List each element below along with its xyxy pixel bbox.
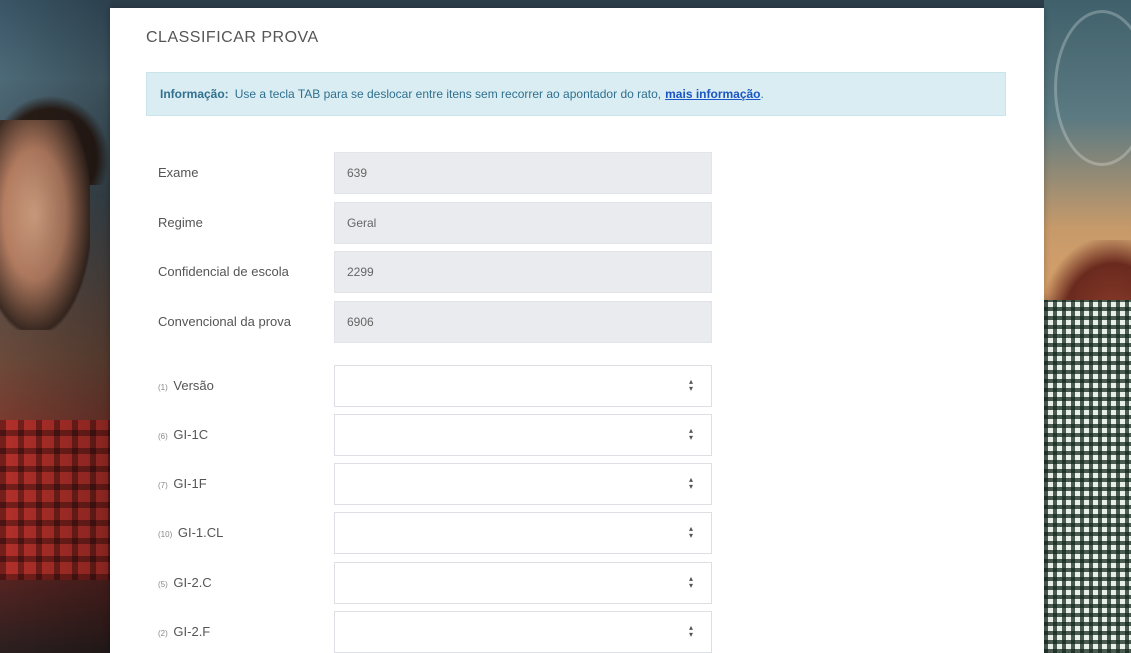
up-down-arrows-icon: ▴ ▾ bbox=[688, 426, 693, 442]
gi-2c-select[interactable]: ▴ ▾ bbox=[334, 562, 712, 604]
info-message: Use a tecla TAB para se deslocar entre i… bbox=[234, 87, 662, 101]
exame-label: Exame bbox=[158, 165, 199, 180]
gi-2f-row: (2) GI-2.F ▴ ▾ bbox=[146, 611, 716, 653]
gi-2c-label: (5) GI-2.C bbox=[158, 562, 212, 604]
gi-2c-text: GI-2.C bbox=[173, 575, 212, 590]
background-photo-right bbox=[1044, 0, 1131, 653]
main-panel: CLASSIFICAR PROVA Informação: Use a tecl… bbox=[110, 8, 1044, 653]
gi-1f-index: (7) bbox=[158, 481, 168, 490]
versao-select[interactable]: ▴ ▾ bbox=[334, 365, 712, 407]
more-info-link[interactable]: mais informação bbox=[665, 87, 760, 101]
gi-1c-select[interactable]: ▴ ▾ bbox=[334, 414, 712, 456]
gi-1cl-text: GI-1.CL bbox=[177, 525, 224, 540]
gi-1f-label: (7) GI-1F bbox=[158, 463, 207, 505]
confidencial-label: Confidencial de escola bbox=[158, 264, 289, 279]
background-photo-left bbox=[0, 0, 110, 653]
gi-1f-row: (7) GI-1F ▴ ▾ bbox=[146, 463, 716, 505]
exame-row: Exame 639 bbox=[146, 152, 716, 194]
convencional-label: Convencional da prova bbox=[158, 314, 291, 329]
versao-text: Versão bbox=[173, 378, 214, 393]
gi-1cl-row: (10) GI-1.CL ▴ ▾ bbox=[146, 512, 716, 554]
gi-1f-select[interactable]: ▴ ▾ bbox=[334, 463, 712, 505]
convencional-field: 6906 bbox=[334, 301, 712, 343]
versao-label: (1) Versão bbox=[158, 365, 214, 407]
up-down-arrows-icon: ▴ ▾ bbox=[688, 524, 693, 540]
exame-field: 639 bbox=[334, 152, 712, 194]
gi-1c-row: (6) GI-1C ▴ ▾ bbox=[146, 414, 716, 456]
gi-1cl-select[interactable]: ▴ ▾ bbox=[334, 512, 712, 554]
info-label: Informação: bbox=[160, 87, 229, 101]
regime-row: Regime Geral bbox=[146, 202, 716, 244]
info-suffix: . bbox=[760, 87, 764, 101]
gi-2f-select[interactable]: ▴ ▾ bbox=[334, 611, 712, 653]
gi-1cl-label: (10) GI-1.CL bbox=[158, 512, 223, 554]
gi-1c-text: GI-1C bbox=[173, 427, 209, 442]
regime-label: Regime bbox=[158, 215, 203, 230]
gi-2c-row: (5) GI-2.C ▴ ▾ bbox=[146, 562, 716, 604]
up-down-arrows-icon: ▴ ▾ bbox=[688, 574, 693, 590]
versao-row: (1) Versão ▴ ▾ bbox=[146, 365, 716, 407]
up-down-arrows-icon: ▴ ▾ bbox=[688, 475, 693, 491]
up-down-arrows-icon: ▴ ▾ bbox=[688, 377, 693, 393]
gi-1cl-index: (10) bbox=[158, 530, 173, 539]
gi-1c-label: (6) GI-1C bbox=[158, 414, 208, 456]
gi-2f-index: (2) bbox=[158, 629, 168, 638]
info-alert: Informação: Use a tecla TAB para se desl… bbox=[146, 72, 1006, 116]
confidencial-row: Confidencial de escola 2299 bbox=[146, 251, 716, 293]
gi-1f-text: GI-1F bbox=[173, 476, 207, 491]
gi-2f-text: GI-2.F bbox=[173, 624, 211, 639]
gi-2c-index: (5) bbox=[158, 580, 168, 589]
gi-1c-index: (6) bbox=[158, 432, 168, 441]
versao-index: (1) bbox=[158, 383, 168, 392]
up-down-arrows-icon: ▴ ▾ bbox=[688, 623, 693, 639]
convencional-row: Convencional da prova 6906 bbox=[146, 301, 716, 343]
page-title: CLASSIFICAR PROVA bbox=[146, 29, 319, 46]
regime-field: Geral bbox=[334, 202, 712, 244]
confidencial-field: 2299 bbox=[334, 251, 712, 293]
gi-2f-label: (2) GI-2.F bbox=[158, 611, 210, 653]
